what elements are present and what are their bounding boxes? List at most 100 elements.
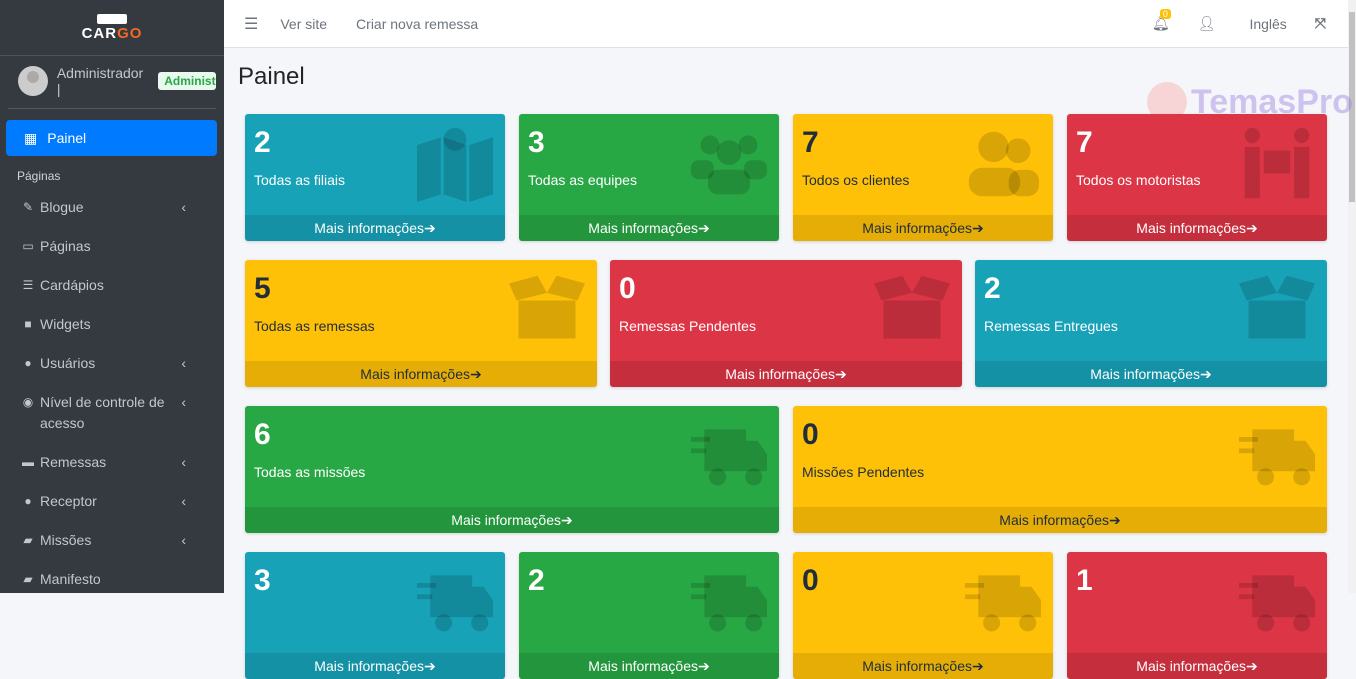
user-panel: Administrador | Administrador [8, 56, 216, 109]
stat-card: 3 Todas as equipes Mais informações➔ [519, 114, 779, 241]
role-badge: Administrador [158, 72, 216, 90]
sidebar-item-label: Nível de controle de acesso [40, 394, 165, 431]
page-icon: ▭ [22, 239, 34, 253]
notification-count: 0 [1159, 9, 1171, 19]
sidebar-item-painel[interactable]: ▦ Painel [6, 120, 217, 156]
stat-value: 6 [254, 418, 271, 451]
truck-icon: ▰ [23, 572, 33, 586]
sidebar-item-label: Páginas [40, 238, 91, 254]
arrow-circle-right-icon: ➔ [469, 366, 482, 382]
stat-label: Remessas Entregues [984, 318, 1118, 334]
stat-label: Todas as filiais [254, 172, 346, 188]
more-info-link[interactable]: Mais informações➔ [793, 507, 1327, 533]
user-name[interactable]: Administrador | [57, 65, 150, 97]
menu-toggle-icon[interactable]: ☰ [244, 14, 258, 34]
map-icon [417, 127, 493, 202]
brand-logo[interactable]: CARGO [0, 0, 224, 56]
stat-label: Todas as equipes [528, 172, 637, 188]
sidebar-item[interactable]: ● Receptor ‹ [0, 481, 224, 520]
stat-card: 7 Todos os motoristas Mais informações➔ [1067, 114, 1327, 241]
sidebar-item[interactable]: ▭ Páginas [0, 226, 224, 265]
sidebar-item[interactable]: ◉ Nível de controle de acesso ‹ [0, 382, 224, 442]
sidebar-item[interactable]: ✎ Blogue ‹ [0, 187, 224, 226]
arrow-circle-right-icon: ➔ [971, 658, 984, 674]
more-info-link[interactable]: Mais informações➔ [1067, 653, 1327, 679]
box-open-icon [509, 275, 585, 339]
stat-value: 5 [254, 272, 271, 305]
chevron-left-icon: ‹ [181, 199, 186, 215]
box-open-icon [1239, 275, 1315, 339]
more-info-link[interactable]: Mais informações➔ [519, 653, 779, 679]
sidebar-item[interactable]: ▰ Manifesto [0, 559, 224, 598]
sidebar-item[interactable]: ■ Widgets [0, 304, 224, 343]
more-info-link[interactable]: Mais informações➔ [793, 215, 1053, 241]
chevron-left-icon: ‹ [181, 355, 186, 371]
arrow-circle-right-icon: ➔ [697, 220, 710, 236]
create-shipment-link[interactable]: Criar nova remessa [356, 16, 478, 32]
accessibility-icon: ◉ [22, 395, 34, 409]
sidebar-item-label: Cardápios [40, 277, 104, 293]
box-icon: ▬ [22, 455, 34, 469]
more-info-link[interactable]: Mais informações➔ [519, 215, 779, 241]
more-info-link[interactable]: Mais informações➔ [793, 653, 1053, 679]
stat-card: 2 Mais informações➔ [519, 552, 779, 679]
sidebar-item-label: Blogue [40, 199, 84, 215]
sidebar-item[interactable]: ▰ Missões ‹ [0, 520, 224, 559]
stat-label: Todas as remessas [254, 318, 375, 334]
list-icon: ☰ [22, 278, 34, 292]
truck-fast-icon [1239, 429, 1315, 486]
sidebar-item[interactable]: ▬ Remessas ‹ [0, 442, 224, 481]
truck-icon [97, 13, 127, 24]
arrow-circle-right-icon: ➔ [1108, 512, 1121, 528]
blog-icon: ✎ [22, 200, 34, 214]
more-info-link[interactable]: Mais informações➔ [245, 507, 779, 533]
stat-card: 2 Todas as filiais Mais informações➔ [245, 114, 505, 241]
language-selector[interactable]: Inglês [1249, 16, 1286, 32]
arrow-circle-right-icon: ➔ [423, 220, 436, 236]
sidebar-item-label: Missões [40, 532, 92, 548]
truck-fast-icon [417, 575, 493, 632]
more-info-link[interactable]: Mais informações➔ [1067, 215, 1327, 241]
truck-fast-icon [691, 429, 767, 486]
sidebar-item-label: Usuários [40, 355, 96, 371]
stat-label: Todos os clientes [802, 172, 910, 188]
stat-value: 7 [1076, 126, 1093, 159]
stat-label: Todas as missões [254, 464, 366, 480]
more-info-link[interactable]: Mais informações➔ [610, 361, 962, 387]
sidebar-item-label: Widgets [40, 316, 91, 332]
users-icon [691, 135, 767, 195]
arrow-circle-right-icon: ➔ [971, 220, 984, 236]
page-title: Painel [238, 63, 305, 90]
stat-card: 0 Mais informações➔ [793, 552, 1053, 679]
sidebar-item-label: Receptor [40, 493, 97, 509]
people-carry-icon [1244, 127, 1310, 199]
stat-label: Remessas Pendentes [619, 318, 756, 334]
chevron-left-icon: ‹ [181, 532, 186, 548]
more-info-link[interactable]: Mais informações➔ [245, 361, 597, 387]
chevron-left-icon: ‹ [181, 493, 186, 509]
arrow-circle-right-icon: ➔ [834, 366, 847, 382]
view-site-link[interactable]: Ver site [280, 16, 327, 32]
user-icon: ● [24, 494, 32, 508]
grid-icon: ▦ [24, 129, 38, 146]
sidebar-item[interactable]: ● Usuários ‹ [0, 343, 224, 382]
notifications-button[interactable]: 🔔︎ 0 [1152, 9, 1171, 32]
truck-fast-icon [1239, 575, 1315, 632]
more-info-link[interactable]: Mais informações➔ [975, 361, 1327, 387]
truck-fast-icon [965, 575, 1041, 632]
sidebar-item[interactable]: ☰ Cardápios [0, 265, 224, 304]
arrow-circle-right-icon: ➔ [697, 658, 710, 674]
more-info-link[interactable]: Mais informações➔ [245, 215, 505, 241]
sidebar: CARGO Administrador | Administrador ▦ Pa… [0, 0, 224, 593]
user-icon: ● [24, 356, 32, 370]
fullscreen-icon[interactable]: ⤧ [1315, 15, 1326, 32]
more-info-link[interactable]: Mais informações➔ [245, 653, 505, 679]
stat-card: 2 Remessas Entregues Mais informações➔ [975, 260, 1327, 387]
stat-value: 2 [984, 272, 1001, 305]
user-icon[interactable]: 👤︎ [1198, 15, 1216, 32]
stat-label: Missões Pendentes [802, 464, 925, 480]
widget-icon: ■ [24, 317, 32, 331]
stat-card: 3 Mais informações➔ [245, 552, 505, 679]
arrow-circle-right-icon: ➔ [1199, 366, 1212, 382]
sidebar-item-label: Remessas [40, 454, 107, 470]
